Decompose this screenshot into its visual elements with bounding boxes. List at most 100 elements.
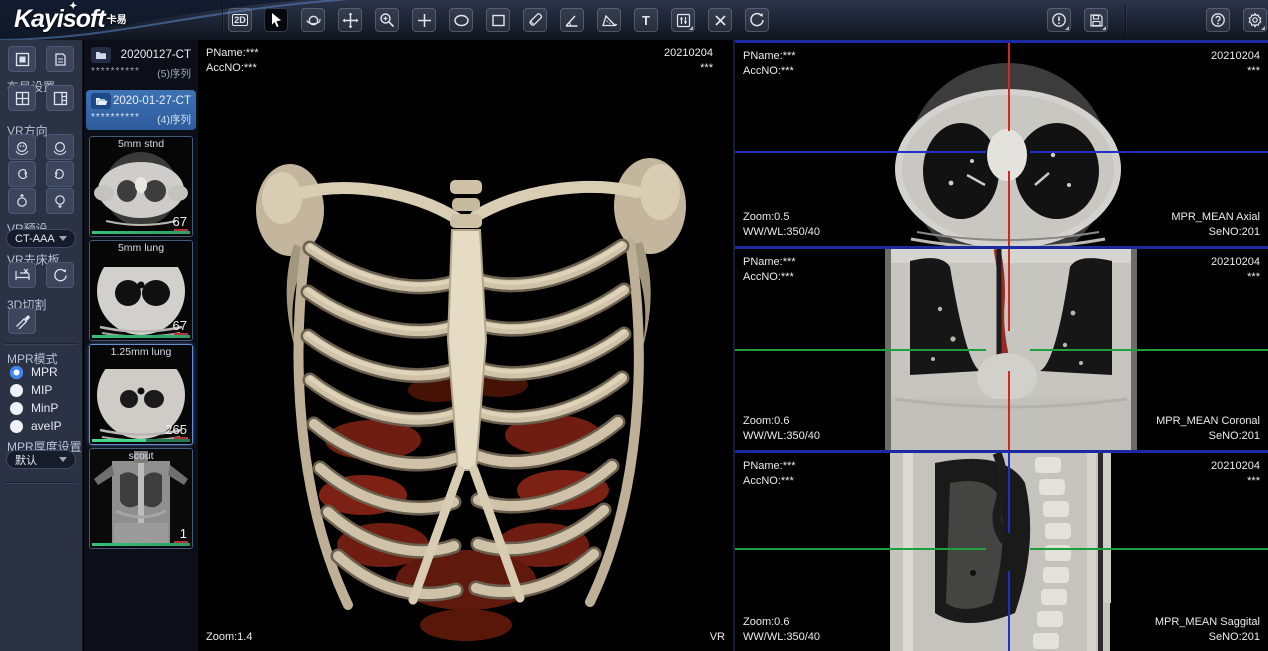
pan-tool-button[interactable] — [338, 8, 362, 32]
bed-remove-icon — [14, 268, 31, 283]
crosshair-green-horizontal[interactable] — [735, 349, 986, 351]
masked-value: *** — [1211, 270, 1260, 285]
crosshair-red-vertical[interactable] — [1008, 43, 1010, 131]
rect-roi-button[interactable] — [486, 8, 510, 32]
mpr-radio-option[interactable]: MPR — [10, 365, 58, 379]
series-panel: 20200127-CT ********** (5)序列 2020-01-27-… — [84, 40, 198, 651]
delete-annotation-button[interactable] — [708, 8, 732, 32]
grid-split-layout-button[interactable] — [46, 85, 74, 111]
accession-number: AccNO:*** — [206, 61, 259, 76]
2d-icon: 2D — [232, 14, 248, 26]
mip-radio-option[interactable]: MIP — [10, 383, 52, 397]
zoom-tool-button[interactable] — [375, 8, 399, 32]
crosshair-blue-vertical[interactable] — [1008, 571, 1010, 651]
vr-superior-button[interactable] — [8, 188, 36, 214]
radio-label: MPR — [31, 365, 58, 379]
mpr-overlay-topright: 20210204 *** — [1211, 459, 1260, 489]
save-button[interactable] — [1084, 8, 1108, 32]
series-thumbnail-1-25mm-lung[interactable]: 1.25mm lung 265 — [89, 344, 193, 445]
ruler-pencil-icon — [527, 12, 543, 28]
crosshair-tool-button[interactable] — [412, 8, 436, 32]
study-item-selected[interactable]: 2020-01-27-CT ********** (4)序列 — [86, 90, 196, 130]
mpr-overlay-bottomright: MPR_MEAN Coronal SeNO:201 — [1156, 414, 1260, 444]
vr-ribcage-render — [198, 40, 733, 651]
vr-left-button[interactable] — [8, 161, 36, 187]
reset-view-button[interactable] — [745, 8, 769, 32]
remove-bed-button[interactable] — [8, 262, 36, 288]
study-series-count: (5)序列 — [157, 66, 191, 81]
study-patient-masked: ********** — [91, 66, 140, 81]
settings-button[interactable] — [1243, 8, 1267, 32]
series-thumbnail-5mm-lung[interactable]: 5mm lung 67 — [89, 240, 193, 341]
crosshair-green-horizontal[interactable] — [1030, 548, 1268, 550]
study-date: 20210204 — [1211, 459, 1260, 474]
measure-tool-button[interactable] — [523, 8, 547, 32]
series-thumbnail-scout[interactable]: scout 1 — [89, 448, 193, 549]
thumbnail-image-count: 1 — [180, 526, 187, 541]
minp-radio-option[interactable]: MinP — [10, 401, 58, 415]
study-item[interactable]: 20200127-CT ********** (5)序列 — [86, 44, 196, 84]
kayisoft-ct-viewer: Kayisoft卡易✦ 2D — [0, 0, 1268, 651]
vr-right-button[interactable] — [46, 161, 74, 187]
vr-posterior-button[interactable] — [46, 134, 74, 160]
head-posterior-icon — [52, 139, 68, 155]
protractor-tool-button[interactable] — [597, 8, 621, 32]
grid-2x2-layout-button[interactable] — [8, 85, 36, 111]
layout-window-icon — [15, 52, 30, 67]
head-anterior-icon — [14, 139, 30, 155]
crosshair-blue-horizontal[interactable] — [735, 151, 986, 153]
info-button[interactable] — [1047, 8, 1071, 32]
vr-overlay-bottomright: VR — [710, 630, 725, 645]
chevron-down-icon — [59, 457, 67, 462]
cut-3d-button[interactable] — [8, 308, 36, 334]
toolbar-settings-group — [1206, 8, 1267, 32]
crosshair-blue-vertical[interactable] — [1008, 453, 1010, 533]
vr-inferior-button[interactable] — [46, 188, 74, 214]
layout-2d-button[interactable]: 2D — [228, 8, 252, 32]
vr-anterior-button[interactable] — [8, 134, 36, 160]
layout-window-button[interactable] — [8, 46, 36, 72]
accession-number: AccNO:*** — [743, 64, 796, 79]
ellipse-roi-button[interactable] — [449, 8, 473, 32]
study-date: 2020-01-27-CT — [113, 95, 191, 107]
vr-overlay-bottomleft: Zoom:1.4 — [206, 630, 252, 645]
vr-3d-viewport[interactable]: PName:*** AccNO:*** 20210204 *** Zoom:1.… — [198, 40, 733, 651]
thumbnail-image-count: 67 — [173, 214, 187, 229]
help-button[interactable] — [1206, 8, 1230, 32]
mpr-axial-viewport[interactable]: PName:*** AccNO:*** 20210204 *** Zoom:0.… — [735, 40, 1268, 246]
study-patient-masked: ********** — [91, 112, 140, 127]
cursor-tool-button[interactable] — [264, 8, 288, 32]
zoom-in-icon — [379, 12, 395, 28]
top-toolbar: Kayisoft卡易✦ 2D — [0, 0, 1268, 40]
mpr-overlay-bottomright: MPR_MEAN Axial SeNO:201 — [1171, 210, 1260, 240]
text-annotation-button[interactable]: T — [634, 8, 658, 32]
crosshair-red-vertical[interactable] — [1008, 171, 1010, 246]
bed-reset-button[interactable] — [46, 262, 74, 288]
series-thumbnail-5mm-stnd[interactable]: 5mm stnd 67 — [89, 136, 193, 237]
mpr-coronal-viewport[interactable]: PName:*** AccNO:*** 20210204 *** Zoom:0.… — [735, 246, 1268, 450]
rotate-3d-button[interactable] — [301, 8, 325, 32]
pan-icon — [342, 12, 359, 29]
crosshair-red-vertical[interactable] — [1008, 249, 1010, 331]
crosshair-blue-horizontal[interactable] — [1030, 151, 1268, 153]
study-row: ********** (4)序列 — [91, 112, 191, 127]
crosshair-green-horizontal[interactable] — [735, 548, 986, 550]
thumbnail-load-progress — [92, 231, 190, 234]
report-button[interactable] — [46, 46, 74, 72]
mpr-thickness-select[interactable]: 默认 — [6, 450, 76, 469]
vr-preset-select[interactable]: CT-AAA — [6, 229, 76, 248]
thumbnail-scout-image — [90, 449, 192, 548]
accession-number: AccNO:*** — [743, 270, 796, 285]
toolbar-separator — [222, 4, 223, 36]
crosshair-red-vertical[interactable] — [1008, 371, 1010, 450]
aveip-radio-option[interactable]: aveIP — [10, 419, 62, 433]
angle-tool-button[interactable] — [560, 8, 584, 32]
crosshair-green-horizontal[interactable] — [1030, 349, 1268, 351]
series-number: SeNO:201 — [1155, 630, 1260, 645]
mpr-overlay-topright: 20210204 *** — [1211, 255, 1260, 285]
chevron-down-icon — [59, 236, 67, 241]
reset-icon — [749, 12, 765, 28]
window-level-button[interactable] — [671, 8, 695, 32]
head-superior-icon — [14, 193, 30, 209]
mpr-sagittal-viewport[interactable]: PName:*** AccNO:*** 20210204 *** Zoom:0.… — [735, 450, 1268, 651]
